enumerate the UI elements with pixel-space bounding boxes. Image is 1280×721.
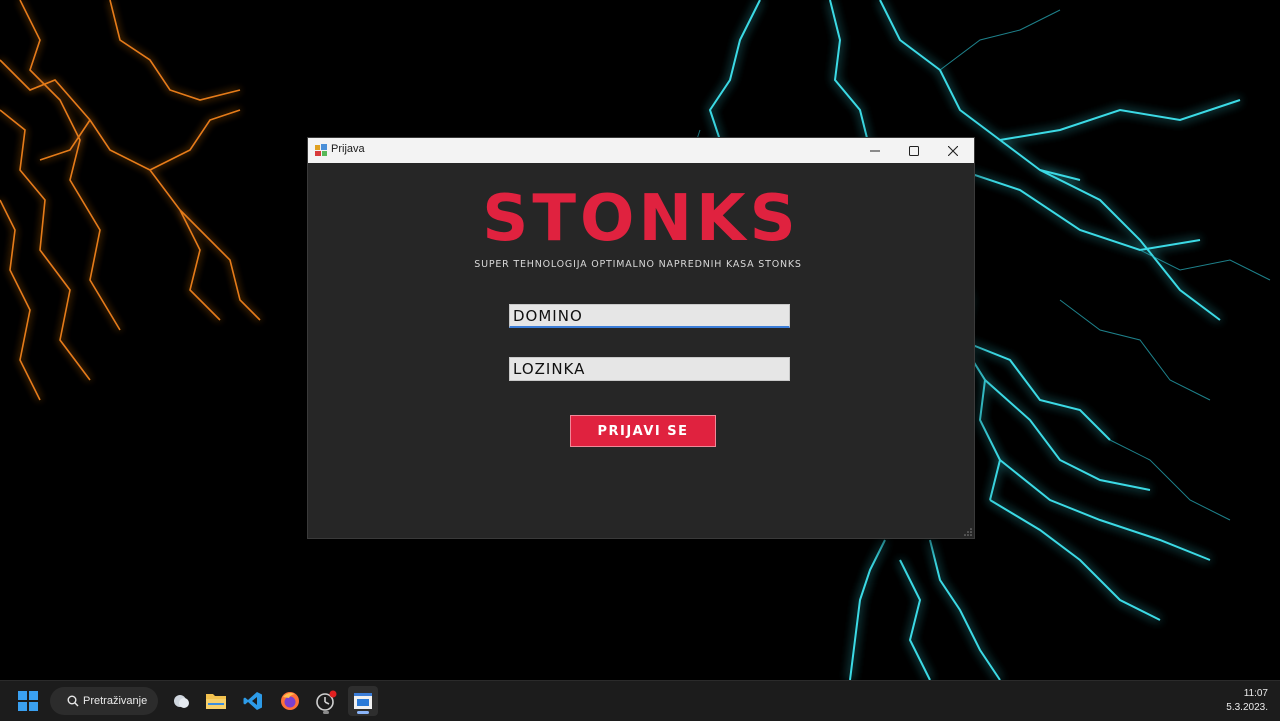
app-icon [315, 144, 327, 156]
maximize-button[interactable] [895, 138, 933, 163]
taskbar-vscode[interactable] [238, 686, 268, 716]
stonks-app-icon [354, 693, 372, 709]
vscode-icon [243, 692, 262, 710]
taskbar-search[interactable]: Pretraživanje [50, 687, 158, 715]
search-icon [67, 695, 79, 707]
app-tagline: SUPER TEHNOLOGIJA OPTIMALNO NAPREDNIH KA… [474, 259, 802, 270]
desktop: Prijava STONKS SUPER TEHNOLOGIJA OPTIMAL… [0, 0, 1280, 680]
username-field[interactable] [509, 304, 790, 328]
login-button[interactable]: PRIJAVI SE [570, 415, 716, 447]
active-indicator [357, 711, 369, 714]
title-bar[interactable]: Prijava [308, 138, 974, 163]
minimize-button[interactable] [856, 138, 894, 163]
weather-widget[interactable] [166, 686, 196, 716]
running-indicator [323, 711, 329, 714]
taskbar-firefox[interactable] [275, 686, 305, 716]
app-icon-notification [316, 690, 337, 711]
firefox-icon [281, 692, 299, 710]
search-label: Pretraživanje [83, 695, 148, 707]
close-icon [948, 145, 958, 156]
clock-time: 11:07 [1243, 688, 1268, 699]
window-title: Prijava [331, 143, 365, 155]
minimize-icon [870, 150, 880, 151]
password-field[interactable] [509, 357, 790, 381]
taskbar: Pretraživanje 11:07 5.3.2023. [0, 680, 1280, 721]
windows-start-icon [18, 691, 38, 711]
system-clock[interactable]: 11:07 5.3.2023. [1226, 687, 1268, 715]
taskbar-file-explorer[interactable] [201, 686, 231, 716]
maximize-icon [909, 145, 919, 156]
taskbar-stonks-app[interactable] [348, 686, 378, 716]
start-button[interactable] [13, 686, 43, 716]
close-button[interactable] [934, 138, 972, 163]
login-window: Prijava STONKS SUPER TEHNOLOGIJA OPTIMAL… [307, 137, 975, 539]
taskbar-app-notification[interactable] [311, 686, 341, 716]
resize-grip-icon[interactable] [964, 528, 972, 536]
file-explorer-icon [206, 694, 226, 709]
clock-date: 5.3.2023. [1226, 702, 1268, 713]
app-logo: STONKS [482, 182, 800, 256]
login-form: STONKS SUPER TEHNOLOGIJA OPTIMALNO NAPRE… [308, 163, 974, 538]
weather-icon [174, 695, 189, 708]
